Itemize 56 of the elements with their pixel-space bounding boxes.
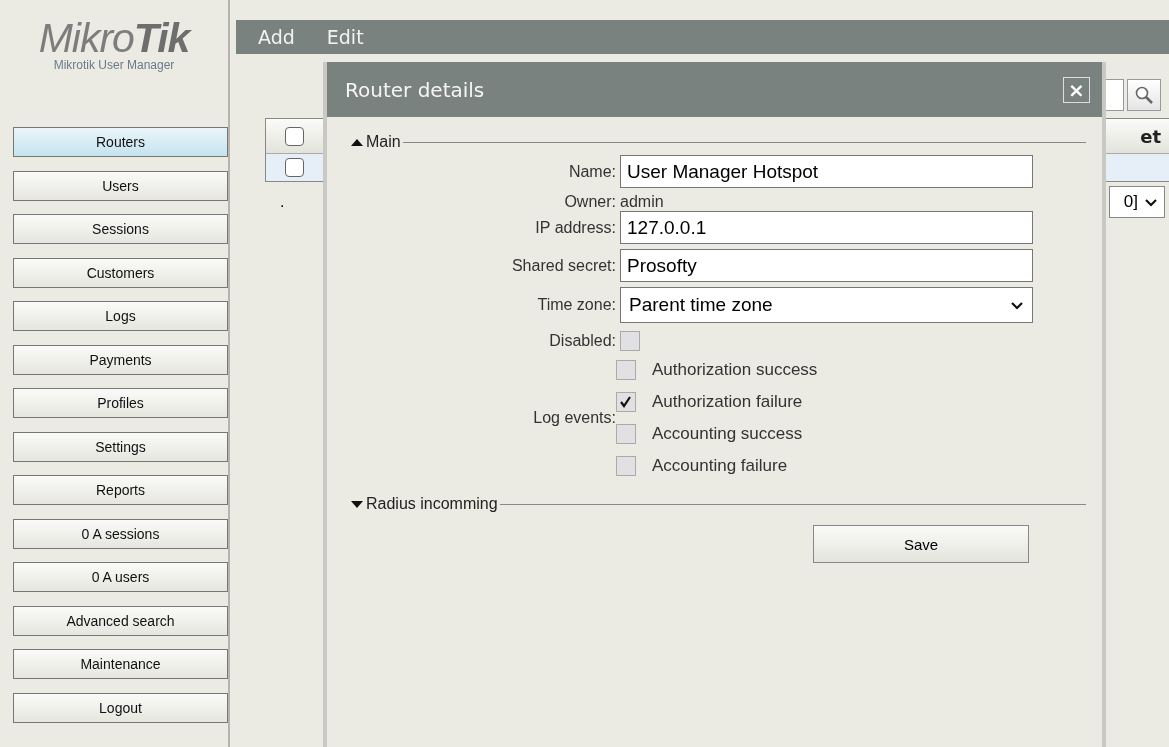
select-field[interactable]: Parent time zone bbox=[620, 287, 1033, 323]
sidebar-item[interactable]: 0 A sessions bbox=[13, 518, 228, 549]
search-icon bbox=[1134, 85, 1154, 105]
field-value: admin bbox=[620, 193, 664, 211]
sidebar-item[interactable]: Reports bbox=[13, 475, 228, 505]
sidebar-item[interactable]: Customers bbox=[13, 257, 228, 288]
section-toggle[interactable]: Main bbox=[351, 133, 401, 151]
checkbox-label: Authorization failure bbox=[652, 392, 803, 412]
checkbox[interactable] bbox=[616, 392, 636, 412]
field-label: IP address: bbox=[534, 218, 617, 237]
search-button[interactable] bbox=[1127, 79, 1161, 111]
sidebar-item[interactable]: Payments bbox=[13, 344, 228, 375]
input-field[interactable]: Prosofty bbox=[620, 249, 1033, 282]
field-label: Shared secret: bbox=[510, 256, 617, 275]
input-field[interactable]: 127.0.0.1 bbox=[620, 211, 1033, 244]
sidebar-item[interactable]: Logout bbox=[13, 692, 228, 723]
sidebar-item[interactable]: Maintenance bbox=[13, 649, 228, 679]
footer-mark: . bbox=[280, 193, 285, 211]
triangle-down-icon bbox=[351, 499, 363, 509]
chevron-icon bbox=[1144, 196, 1158, 208]
checkbox[interactable] bbox=[285, 126, 304, 146]
checkbox-label: Authorization success bbox=[652, 360, 818, 380]
sidebar-item[interactable]: Profiles bbox=[13, 388, 228, 418]
page-size-select[interactable]: 0] bbox=[1108, 186, 1165, 218]
column-header: et bbox=[1140, 125, 1161, 147]
checkbox[interactable] bbox=[285, 158, 304, 177]
checkbox[interactable] bbox=[620, 331, 640, 351]
checkbox-label: Accounting failure bbox=[652, 456, 788, 476]
sidebar-item[interactable]: Sessions bbox=[13, 214, 228, 244]
dialog-title: Router details bbox=[345, 77, 485, 102]
checkbox[interactable] bbox=[616, 456, 636, 476]
sidebar-item[interactable]: Users bbox=[13, 170, 228, 201]
sidebar-item[interactable]: Advanced search bbox=[13, 605, 228, 636]
field-label: Owner: bbox=[563, 193, 617, 211]
save-button[interactable]: Save bbox=[813, 525, 1029, 563]
logo: MikroTik bbox=[38, 16, 190, 60]
logo-subtitle: Mikrotik User Manager bbox=[53, 58, 175, 72]
checkbox[interactable] bbox=[616, 424, 636, 444]
sidebar-item[interactable]: Settings bbox=[13, 431, 228, 462]
sidebar-item[interactable]: 0 A users bbox=[13, 562, 228, 592]
input-field[interactable]: User Manager Hotspot bbox=[620, 155, 1033, 188]
check-icon bbox=[619, 395, 633, 409]
checkbox[interactable] bbox=[616, 360, 636, 380]
checkbox-label: Accounting success bbox=[652, 424, 803, 444]
toolbar-button[interactable]: Add bbox=[254, 26, 303, 48]
sidebar-item[interactable]: Routers bbox=[13, 127, 228, 157]
toolbar-button[interactable]: Edit bbox=[322, 26, 372, 48]
field-label: Log events: bbox=[532, 409, 617, 427]
close-button[interactable]: × bbox=[1063, 76, 1090, 103]
triangle-up-icon bbox=[351, 137, 363, 147]
section-toggle[interactable]: Radius incomming bbox=[351, 495, 498, 513]
sidebar-item[interactable]: Logs bbox=[13, 301, 228, 331]
field-label: Time zone: bbox=[536, 296, 617, 314]
field-label: Disabled: bbox=[548, 332, 617, 350]
field-label: Name: bbox=[567, 162, 617, 181]
chevron-icon bbox=[1010, 299, 1024, 311]
